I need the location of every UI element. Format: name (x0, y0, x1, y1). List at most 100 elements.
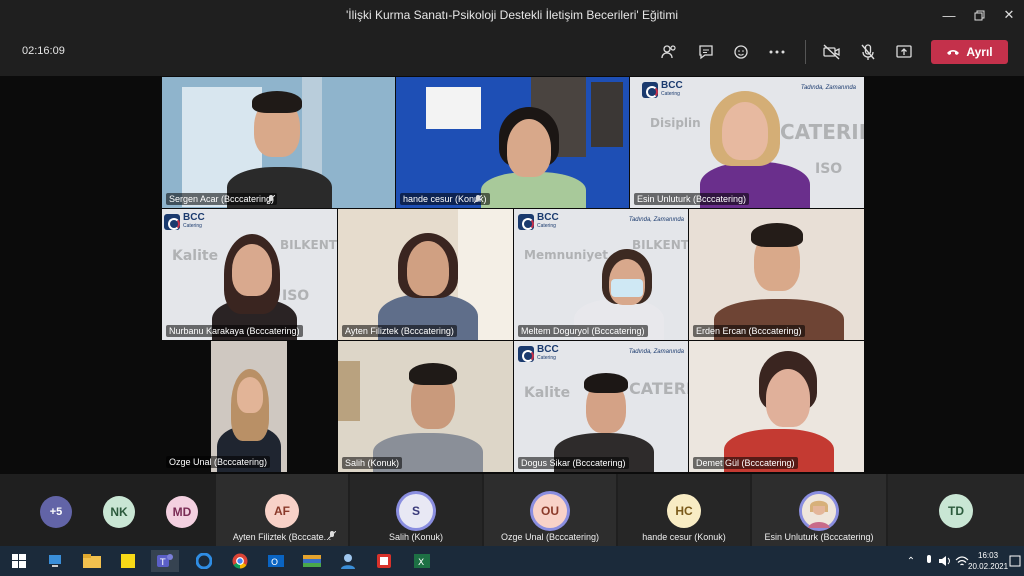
video-tile[interactable]: BCC Catering Tadında, Zamanında Kalite CA… (514, 341, 688, 472)
maximize-icon[interactable] (964, 4, 994, 26)
meeting-toolbar: 02:16:09 Ayrıl (0, 30, 1024, 74)
bcc-logo-icon (164, 214, 180, 230)
file-explorer-icon[interactable] (81, 550, 103, 572)
word-cloud-text: ISO (815, 161, 843, 177)
cork-board (338, 361, 360, 421)
participant-avatar: S (399, 494, 433, 528)
network-computer-icon[interactable] (45, 550, 67, 572)
windows-start-icon[interactable] (8, 550, 30, 572)
participants-button[interactable] (657, 40, 681, 64)
overflow-participants-button[interactable]: +5 (40, 496, 72, 528)
leave-button[interactable]: Ayrıl (931, 40, 1008, 64)
participant-card-name: Ozge Unal (Bcccatering) (500, 532, 600, 542)
participant-card[interactable]: OU Ozge Unal (Bcccatering) (484, 474, 616, 546)
mic-muted-icon (328, 531, 336, 540)
participant-card[interactable]: Esin Unluturk (Bcccatering) (752, 474, 886, 546)
bcc-tagline: Tadında, Zamanında (628, 217, 684, 223)
share-screen-button[interactable] (892, 40, 916, 64)
bcc-sub: Catering (661, 91, 680, 97)
bcc-tagline: Tadında, Zamanında (800, 85, 856, 91)
person-body (481, 172, 586, 208)
word-cloud-text: ISO (282, 288, 310, 304)
bcc-logo: BCC Catering (518, 213, 559, 231)
portrait-frame (591, 82, 623, 147)
leave-label: Ayrıl (966, 45, 993, 59)
word-cloud-text: Kalite (172, 248, 219, 264)
word-cloud-text: Kalite (524, 385, 571, 401)
participant-card-name: Salih (Konuk) (388, 532, 444, 542)
security-app-icon[interactable] (373, 550, 395, 572)
participant-name: Ayten Filiztek (Bcccatering) (342, 325, 457, 337)
minimize-icon[interactable]: — (934, 4, 964, 26)
person-hair (751, 223, 803, 247)
video-tile[interactable]: BCC Catering Tadında, Zamanında Memnuniye… (514, 209, 688, 340)
phone-hangup-icon (947, 50, 960, 55)
app-icon[interactable] (301, 550, 323, 572)
word-cloud-text: Disiplin (650, 116, 701, 130)
video-tile[interactable]: Ayten Filiztek (Bcccatering) (338, 209, 513, 340)
notifications-icon[interactable] (1004, 550, 1024, 572)
chat-icon (699, 45, 713, 60)
bcc-sub: Catering (183, 223, 202, 229)
participants-icon (661, 45, 676, 59)
bcc-logo-icon (518, 214, 534, 230)
wall-note (426, 87, 481, 129)
participant-name: Nurbanu Karakaya (Bcccatering) (166, 325, 303, 337)
chrome-browser-icon[interactable] (229, 550, 251, 572)
person-hair (252, 91, 302, 113)
video-tile[interactable]: Demet Gül (Bcccatering) (689, 341, 864, 472)
svg-text:X: X (418, 558, 424, 568)
person-head (407, 241, 449, 296)
excel-icon[interactable]: X (411, 550, 433, 572)
participant-card[interactable]: S Salih (Konuk) (350, 474, 482, 546)
meeting-timer: 02:16:09 (22, 45, 65, 57)
bcc-logo-icon (518, 346, 534, 362)
video-tile[interactable]: Erden Ercan (Bcccatering) (689, 209, 864, 340)
video-tile[interactable]: BCC Catering Tadında, Zamanında Disiplin … (630, 77, 864, 208)
bcc-tagline: Tadında, Zamanında (628, 349, 684, 355)
participant-photo-avatar (802, 494, 836, 528)
participant-name: Ozge Unal (Bcccatering) (166, 456, 271, 468)
participant-name: Sergen Acar (Bcccatering) (166, 193, 278, 205)
outlook-icon[interactable]: O (265, 550, 287, 572)
participant-avatar[interactable]: MD (166, 496, 198, 528)
bcc-logo: BCC Catering (164, 213, 205, 231)
participant-name: Salih (Konuk) (342, 457, 403, 469)
teams-taskbar-icon[interactable]: T (151, 550, 179, 572)
participant-card[interactable]: TD (888, 474, 1024, 546)
participant-card[interactable]: HC hande cesur (Konuk) (618, 474, 750, 546)
mic-toggle-button[interactable] (856, 40, 880, 64)
more-actions-button[interactable] (765, 40, 789, 64)
video-tile[interactable]: hande cesur (Konuk) (396, 77, 629, 208)
bcc-logo: BCC Catering (518, 345, 559, 363)
participant-avatar[interactable]: NK (103, 496, 135, 528)
video-tile[interactable] (211, 341, 287, 472)
participant-card-name: hande cesur (Konuk) (642, 532, 726, 542)
word-cloud-text: CATERING (780, 120, 864, 144)
video-tile[interactable]: Sergen Acar (Bcccatering) (162, 77, 395, 208)
participant-avatar: AF (265, 494, 299, 528)
edge-browser-icon[interactable] (193, 550, 215, 572)
person-head (722, 102, 768, 160)
participant-name: Demet Gül (Bcccatering) (693, 457, 798, 469)
taskbar-clock[interactable]: 16:03 20.02.2021 (968, 550, 1008, 572)
title-bar: 'İlişki Kurma Sanatı-Psikoloji Destekli … (0, 0, 1024, 30)
close-icon[interactable]: ✕ (994, 4, 1024, 26)
video-tile[interactable]: BCC Catering Kalite BILKENT ISO Nurbanu K… (162, 209, 337, 340)
chat-button[interactable] (694, 40, 718, 64)
participant-name: Meltem Doguryol (Bcccatering) (518, 325, 648, 337)
word-cloud-text: CATERING (629, 379, 688, 398)
window-title: 'İlişki Kurma Sanatı-Psikoloji Destekli … (345, 8, 678, 22)
user-accounts-icon[interactable] (337, 550, 359, 572)
video-stage: Sergen Acar (Bcccatering) hande cesur (K… (0, 76, 1024, 474)
reactions-button[interactable] (729, 40, 753, 64)
participant-avatar: TD (939, 494, 973, 528)
mic-off-icon (861, 44, 875, 60)
person-hair (584, 373, 628, 393)
video-tile[interactable]: Salih (Konuk) (338, 341, 513, 472)
camera-toggle-button[interactable] (820, 40, 844, 64)
sticky-notes-icon[interactable] (117, 550, 139, 572)
clock-time: 16:03 (978, 551, 999, 560)
bcc-sub: Catering (537, 355, 556, 361)
person-hair (409, 363, 457, 385)
